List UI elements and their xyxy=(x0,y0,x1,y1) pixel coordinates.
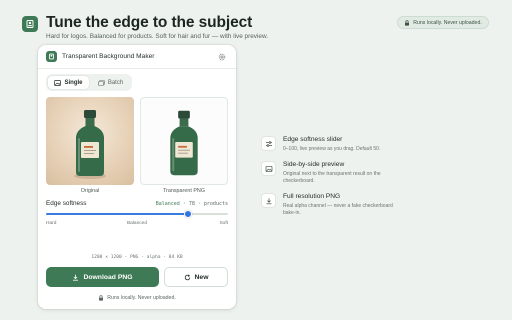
privacy-badge-text: Runs locally. Never uploaded. xyxy=(413,19,482,26)
feature-desc: 0–100, live preview as you drag. Default… xyxy=(283,146,381,152)
original-preview[interactable] xyxy=(46,97,134,185)
edge-softness-readout: Balanced · 78 · products xyxy=(156,201,228,207)
tab-batch[interactable]: Batch xyxy=(91,76,130,89)
edge-context: products xyxy=(203,201,228,207)
app-titlebar: Transparent Background Maker xyxy=(38,45,236,69)
app-logo xyxy=(22,16,38,32)
download-png-label: Download PNG xyxy=(83,273,133,281)
app-window: Transparent Background Maker Single Batc… xyxy=(38,45,236,309)
new-label: New xyxy=(194,273,209,281)
lock-icon xyxy=(99,295,104,301)
new-button[interactable]: New xyxy=(164,267,228,287)
page-headline: Tune the edge to the subject xyxy=(46,14,253,31)
page-subline: Hard for logos. Balanced for products. S… xyxy=(46,33,269,40)
mode-tabs: Single Batch xyxy=(46,74,132,91)
sliders-icon xyxy=(261,136,276,151)
slider-fill xyxy=(46,213,188,215)
original-label: Original xyxy=(80,188,100,194)
feature-title: Full resolution PNG xyxy=(283,193,341,200)
app-title: Transparent Background Maker xyxy=(62,53,155,60)
edge-softness-label: Edge softness xyxy=(46,200,87,207)
privacy-badge: Runs locally. Never uploaded. xyxy=(397,16,489,29)
privacy-note: Runs locally. Never uploaded. xyxy=(38,295,236,301)
tab-single[interactable]: Single xyxy=(48,76,89,89)
readout-separator: · xyxy=(182,201,186,207)
bottle-cutout-image xyxy=(170,110,198,176)
edge-softness-slider[interactable] xyxy=(46,210,228,218)
slider-thumb[interactable] xyxy=(183,210,192,218)
image-icon xyxy=(261,161,276,176)
edge-value: 78 xyxy=(188,201,195,207)
bottle-image xyxy=(74,110,106,179)
lock-icon xyxy=(405,19,410,26)
download-icon xyxy=(261,193,276,208)
feature-desc: Real alpha channel — never a fake checke… xyxy=(283,203,393,216)
feature-desc: Original next to the transparent result … xyxy=(283,171,381,184)
feature-title: Edge softness slider xyxy=(283,136,343,143)
refresh-icon xyxy=(184,273,190,280)
logo-icon xyxy=(48,53,55,60)
tick-balanced: Balanced xyxy=(126,221,147,226)
feature-title: Side-by-side preview xyxy=(283,161,345,168)
readout-separator: · xyxy=(197,201,201,207)
app-icon xyxy=(46,51,57,62)
transparent-label: Transparent PNG xyxy=(162,188,206,194)
tab-batch-label: Batch xyxy=(107,79,124,86)
transparent-preview[interactable] xyxy=(140,97,228,185)
stack-icon xyxy=(98,79,105,86)
tab-single-label: Single xyxy=(64,79,83,86)
tick-soft: Soft xyxy=(219,221,228,226)
image-icon xyxy=(54,79,62,86)
download-icon xyxy=(73,274,79,281)
download-png-button[interactable]: Download PNG xyxy=(46,267,159,287)
edge-mode: Balanced xyxy=(155,201,180,207)
gear-icon[interactable] xyxy=(217,52,227,62)
logo-icon xyxy=(26,20,34,28)
privacy-note-text: Runs locally. Never uploaded. xyxy=(107,295,176,301)
file-meta: 1200 × 1200 · PNG · alpha · 84 KB xyxy=(91,255,183,260)
